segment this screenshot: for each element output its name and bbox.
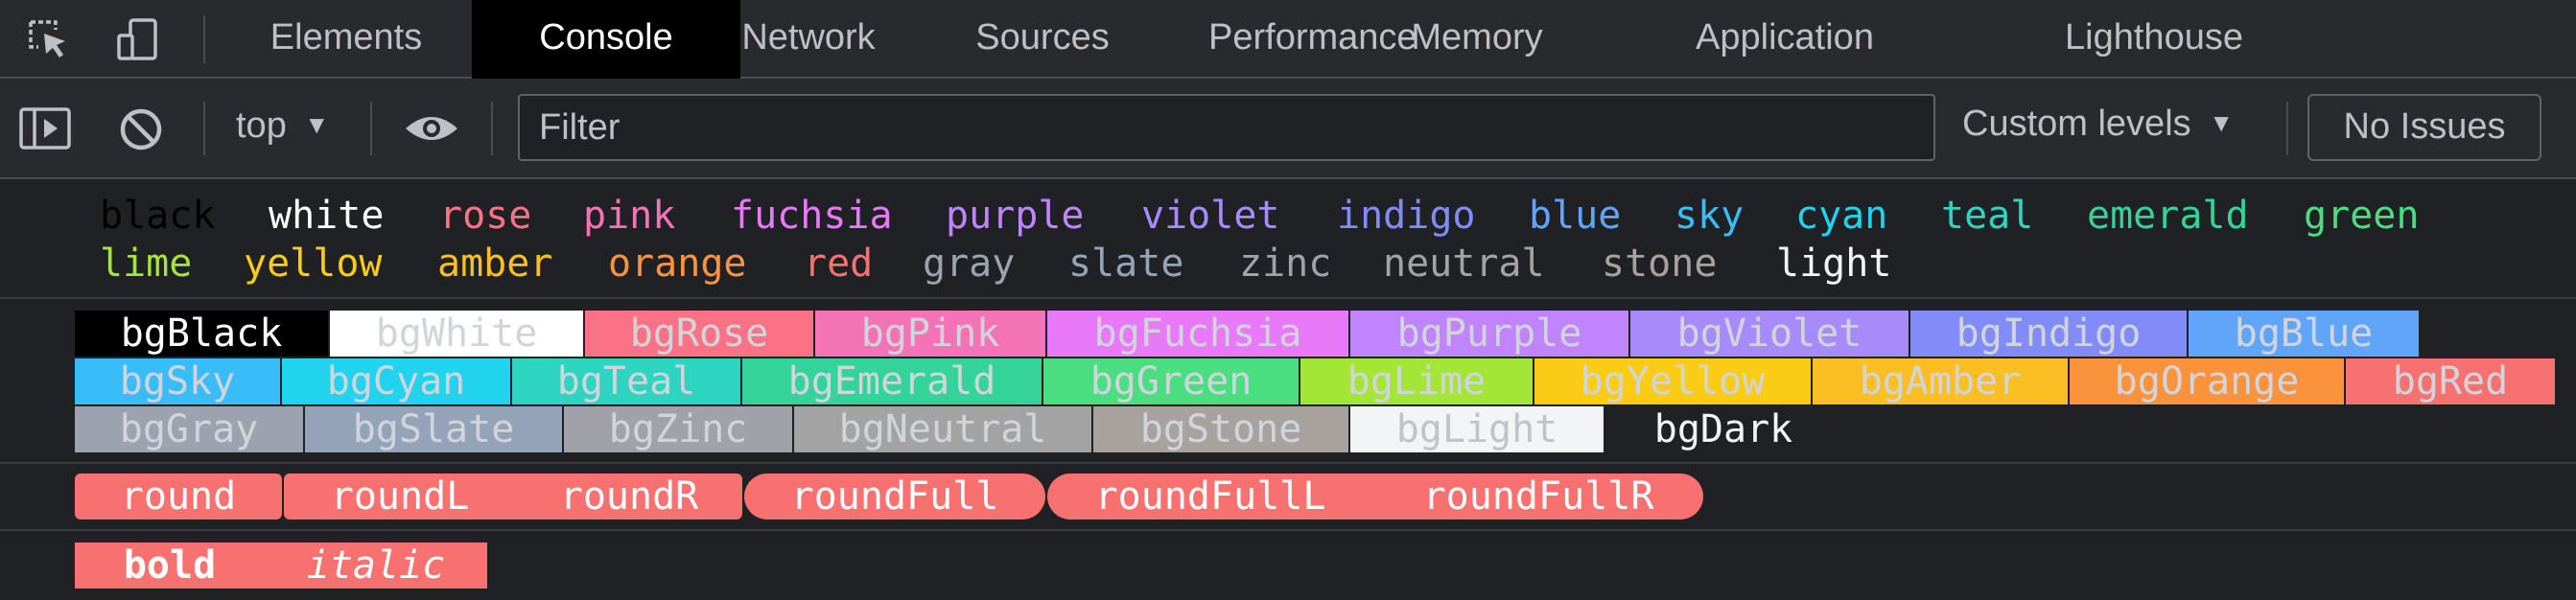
color-text-neutral: neutral — [1383, 242, 1545, 286]
color-text-fuchsia: fuchsia — [731, 194, 893, 238]
device-toolbar-icon[interactable] — [115, 18, 161, 60]
inspect-element-icon[interactable] — [27, 18, 73, 60]
color-text-rose: rose — [439, 194, 532, 238]
sidebar-toggle-icon[interactable] — [19, 107, 71, 150]
toolbar-divider — [2286, 102, 2288, 155]
color-text-gray: gray — [923, 242, 1016, 286]
tab-sources[interactable]: Sources — [877, 0, 1208, 79]
tab-application[interactable]: Application — [1546, 0, 2024, 79]
bg-chip-lime: bgLime — [1300, 358, 1533, 404]
color-text-zinc: zinc — [1239, 242, 1332, 286]
round-chip-roundfulll: roundFullL — [1047, 473, 1373, 519]
chevron-down-icon: ▼ — [304, 110, 330, 139]
bg-chip-white: bgWhite — [330, 311, 583, 357]
console-message-rounded: round roundL roundR roundFull roundFullL roun… — [0, 464, 2576, 531]
color-text-black: black — [100, 194, 216, 238]
bg-chip-black: bgBlack — [75, 311, 328, 357]
color-text-light: light — [1776, 242, 1892, 286]
bg-chip-green: bgGreen — [1043, 358, 1299, 404]
chevron-down-icon: ▼ — [2209, 108, 2234, 137]
color-text-slate: slate — [1068, 242, 1184, 286]
toolbar-divider — [491, 102, 493, 155]
bg-chip-blue: bgBlue — [2189, 311, 2419, 357]
color-text-emerald: emerald — [2087, 194, 2249, 238]
round-chip-roundfull: roundFull — [744, 473, 1045, 519]
bg-chip-gray: bgGray — [75, 406, 303, 452]
bg-chip-slate: bgSlate — [305, 406, 562, 452]
style-chip-bold: bold — [75, 542, 265, 588]
round-chip-roundfullr: roundFullR — [1373, 473, 1703, 519]
color-text-amber: amber — [437, 242, 553, 286]
toolbar-divider — [370, 102, 372, 155]
round-chip-round: round — [75, 473, 282, 519]
bg-chip-red: bgRed — [2346, 358, 2555, 404]
bg-chip-stone: bgStone — [1093, 406, 1348, 452]
tab-memory[interactable]: Memory — [1408, 0, 1546, 79]
bg-chip-purple: bgPurple — [1350, 311, 1628, 357]
bg-chip-indigo: bgIndigo — [1910, 311, 2187, 357]
console-message-colors: black white rose pink fuchsia purple violet ind… — [0, 179, 2576, 299]
tab-elements[interactable]: Elements — [234, 0, 458, 79]
color-text-white: white — [269, 194, 385, 238]
round-chip-roundr: roundR — [516, 473, 742, 519]
devtools-tab-bar: Elements Console Network Sources Performance… — [0, 0, 2576, 79]
context-label: top — [236, 105, 287, 146]
bg-chip-emerald: bgEmerald — [742, 358, 1042, 404]
tab-console[interactable]: Console — [472, 0, 740, 79]
issues-button[interactable]: No Issues — [2307, 94, 2541, 161]
color-text-stone: stone — [1602, 242, 1718, 286]
bg-chip-fuchsia: bgFuchsia — [1047, 311, 1348, 357]
color-text-teal: teal — [1941, 194, 2034, 238]
bg-chip-dark: bgDark — [1605, 406, 1841, 452]
color-text-cyan: cyan — [1795, 194, 1888, 238]
log-levels-dropdown[interactable]: Custom levels ▼ — [1962, 104, 2234, 145]
levels-label: Custom levels — [1962, 104, 2191, 144]
tab-network[interactable]: Network — [740, 0, 877, 79]
tab-performance[interactable]: Performance — [1208, 0, 1417, 79]
color-text-yellow: yellow — [244, 242, 383, 286]
bg-chip-yellow: bgYellow — [1534, 358, 1811, 404]
bg-chip-neutral: bgNeutral — [794, 406, 1091, 452]
tab-lighthouse[interactable]: Lighthouse — [2024, 0, 2284, 79]
bg-chip-pink: bgPink — [815, 311, 1045, 357]
round-chip-roundl: roundL — [284, 473, 516, 519]
color-text-indigo: indigo — [1337, 194, 1476, 238]
bg-chip-sky: bgSky — [75, 358, 280, 404]
live-expression-eye-icon[interactable] — [403, 111, 460, 146]
style-chip-italic: italic — [265, 542, 487, 588]
color-text-orange: orange — [608, 242, 747, 286]
bg-chip-orange: bgOrange — [2070, 358, 2344, 404]
color-text-sky: sky — [1674, 194, 1745, 238]
context-selector[interactable]: top ▼ — [236, 105, 329, 147]
bg-chip-rose: bgRose — [585, 311, 813, 357]
bg-chip-violet: bgViolet — [1630, 311, 1909, 357]
bg-chip-cyan: bgCyan — [282, 358, 510, 404]
color-text-red: red — [804, 242, 874, 286]
color-text-blue: blue — [1529, 194, 1622, 238]
console-message-backgrounds: bgBlack bgWhite bgRose bgPink bgFuchsia bgPur… — [0, 299, 2576, 464]
clear-console-icon[interactable] — [119, 107, 163, 151]
filter-input[interactable] — [518, 94, 1935, 161]
tab-bar-divider — [203, 15, 205, 63]
toolbar-divider — [203, 102, 205, 155]
bg-chip-light: bgLight — [1350, 406, 1604, 452]
bg-chip-teal: bgTeal — [512, 358, 740, 404]
bg-chip-zinc: bgZinc — [564, 406, 792, 452]
color-text-pink: pink — [583, 194, 676, 238]
color-text-lime: lime — [100, 242, 193, 286]
console-toolbar: top ▼ Custom levels ▼ No Issues — [0, 79, 2576, 179]
color-text-violet: violet — [1141, 194, 1280, 238]
console-message-styles: bold italic — [0, 531, 2576, 600]
bg-chip-amber: bgAmber — [1813, 358, 2068, 404]
color-text-green: green — [2304, 194, 2420, 238]
color-text-purple: purple — [946, 194, 1085, 238]
